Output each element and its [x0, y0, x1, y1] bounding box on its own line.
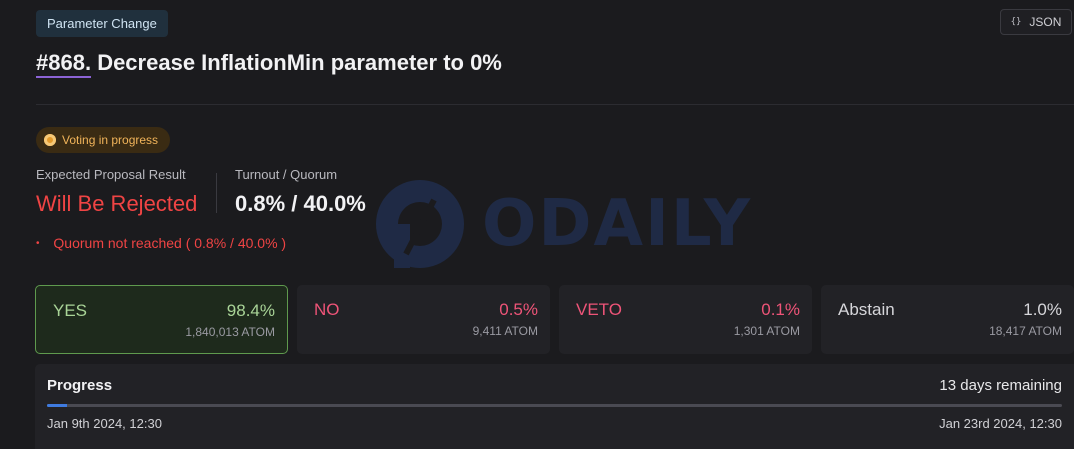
proposal-title: #868. Decrease InflationMin parameter to… [36, 50, 502, 78]
proposal-number-link[interactable]: #868. [36, 50, 92, 78]
status-dot-icon [44, 134, 56, 146]
braces-icon: {} [1010, 17, 1022, 27]
expected-result-label: Expected Proposal Result [36, 167, 186, 182]
vote-card-yes[interactable]: YES 98.4% 1,840,013 ATOM [35, 285, 288, 354]
progress-bar [47, 404, 1062, 407]
vote-amount: 1,840,013 ATOM [185, 325, 275, 339]
json-button[interactable]: {} JSON [1000, 9, 1072, 35]
vote-percent: 1.0% [1023, 300, 1062, 319]
divider [36, 104, 1074, 105]
vote-option-label: NO [314, 300, 340, 319]
vote-amount: 18,417 ATOM [989, 324, 1062, 338]
quorum-warning: • Quorum not reached ( 0.8% / 40.0% ) [36, 235, 286, 251]
odaily-logo-icon [376, 180, 464, 268]
json-button-label: JSON [1029, 15, 1062, 29]
proposal-title-text: Decrease InflationMin parameter to 0% [97, 50, 502, 75]
progress-bar-fill [47, 404, 68, 407]
progress-section: Progress 13 days remaining Jan 9th 2024,… [35, 364, 1074, 449]
quorum-warning-text: Quorum not reached ( 0.8% / 40.0% ) [53, 235, 287, 251]
watermark-text: ODAILY [482, 187, 753, 261]
vote-card-abstain[interactable]: Abstain 1.0% 18,417 ATOM [821, 285, 1074, 354]
proposal-type-tag: Parameter Change [36, 10, 168, 37]
voting-end-date: Jan 23rd 2024, 12:30 [939, 416, 1062, 431]
expected-result-value: Will Be Rejected [36, 191, 198, 216]
turnout-quorum-value: 0.8% / 40.0% [235, 191, 366, 216]
turnout-quorum-label: Turnout / Quorum [235, 167, 338, 182]
watermark: ODAILY [376, 180, 752, 268]
status-label: Voting in progress [62, 133, 159, 147]
bullet-icon: • [36, 238, 40, 249]
vote-amount: 1,301 ATOM [733, 324, 800, 338]
time-remaining: 13 days remaining [939, 377, 1062, 394]
vote-percent: 0.5% [499, 300, 538, 319]
vote-amount: 9,411 ATOM [472, 324, 538, 338]
vote-percent: 98.4% [226, 301, 275, 320]
vertical-divider [216, 173, 217, 213]
voting-start-date: Jan 9th 2024, 12:30 [47, 416, 162, 431]
vote-option-label: Abstain [838, 300, 895, 319]
progress-title: Progress [47, 377, 113, 394]
status-badge: Voting in progress [36, 127, 171, 153]
vote-card-no[interactable]: NO 0.5% 9,411 ATOM [297, 285, 550, 354]
vote-card-veto[interactable]: VETO 0.1% 1,301 ATOM [559, 285, 812, 354]
vote-option-label: YES [53, 301, 88, 320]
vote-option-label: VETO [576, 300, 622, 319]
vote-percent: 0.1% [761, 300, 800, 319]
